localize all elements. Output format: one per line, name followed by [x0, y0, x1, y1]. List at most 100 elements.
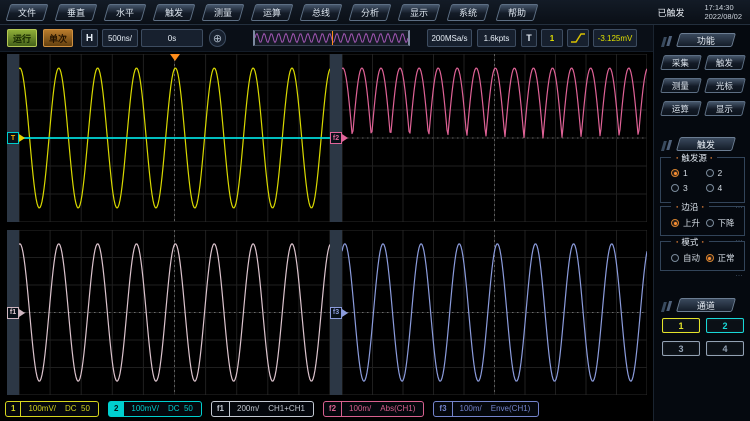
f3-status-badge[interactable]: f3 100m/ Enve(CH1): [433, 401, 539, 417]
mode-option-normal[interactable]: 正常: [706, 252, 739, 264]
channel-1-button[interactable]: 1: [662, 318, 700, 333]
f3-scale: 100m/: [453, 404, 489, 413]
edge-option-falling[interactable]: 下降: [706, 217, 739, 229]
f3-detail: Enve(CH1): [489, 404, 539, 413]
graticule-f1: [19, 230, 330, 395]
date-text: 2022/08/02: [704, 12, 742, 21]
waveform-canvas: [342, 230, 647, 395]
trigger-mode-label: 模式: [671, 236, 709, 248]
menu-trigger[interactable]: 触发: [153, 4, 196, 21]
f2-detail: Abs(CH1): [378, 404, 423, 413]
menu-horizontal[interactable]: 水平: [104, 4, 147, 21]
f2-scale: 100m/: [342, 404, 378, 413]
f1-tag: f1: [212, 402, 230, 416]
ch1-scale: 100mV/: [21, 404, 63, 413]
trigger-source-display[interactable]: 1: [541, 29, 563, 47]
trigger-level-marker[interactable]: T: [7, 132, 19, 144]
ch2-status-badge[interactable]: 2 100mV/ DC 50: [108, 401, 202, 417]
radio-icon: [706, 254, 714, 262]
preview-trigger-marker[interactable]: [332, 31, 333, 45]
panel-gutter: f3: [330, 230, 342, 395]
menu-analysis[interactable]: 分析: [349, 4, 392, 21]
f1-marker[interactable]: f1: [7, 307, 19, 319]
function-measure-button[interactable]: 测量: [660, 78, 702, 93]
ch1-detail: DC 50: [63, 404, 98, 413]
source-option-3[interactable]: 3: [671, 183, 704, 193]
waveform-canvas: [342, 54, 647, 222]
rising-edge-glyph: [569, 32, 587, 44]
tab-function[interactable]: 功能: [676, 33, 736, 47]
panel-gutter: f2: [330, 54, 342, 222]
f2-status-badge[interactable]: f2 100m/ Abs(CH1): [323, 401, 424, 417]
function-display-button[interactable]: 显示: [704, 101, 746, 116]
menu-file[interactable]: 文件: [6, 4, 49, 21]
single-button[interactable]: 单次: [43, 29, 73, 47]
menu-math[interactable]: 运算: [251, 4, 294, 21]
rising-edge-icon[interactable]: [567, 29, 589, 47]
sidebar: 功能 采集 触发 测量 光标 运算 显示 触发 触发源 1 2 3 4 边沿 上…: [653, 25, 750, 421]
trigger-t-button[interactable]: T: [521, 29, 537, 47]
f2-tag: f2: [324, 402, 342, 416]
tab-channel[interactable]: 通道: [676, 298, 736, 312]
waveform-panel-f3: f3: [330, 230, 647, 395]
run-button[interactable]: 运行: [7, 29, 37, 47]
toolbar: 运行 单次 H 500ns/ 0s ⊕ 200MSa/s 1.6kpts T 1…: [0, 25, 653, 52]
trigger-level-display[interactable]: -3.125mV: [593, 29, 637, 47]
ch1-tag: 1: [6, 402, 21, 416]
memory-depth-display[interactable]: 1.6kpts: [477, 29, 516, 47]
source-option-1[interactable]: 1: [671, 168, 704, 178]
oscilloscope-app: 文件 垂直 水平 触发 测量 运算 总线 分析 显示 系统 帮助 已触发 17:…: [0, 0, 750, 421]
channel-4-button[interactable]: 4: [706, 341, 744, 356]
ch1-status-badge[interactable]: 1 100mV/ DC 50: [5, 401, 99, 417]
channel-button-grid: 1 2 3 4: [662, 318, 744, 356]
ch2-detail: DC 50: [166, 404, 201, 413]
menu-help[interactable]: 帮助: [496, 4, 539, 21]
trigger-mode-group: 模式 自动 正常: [660, 241, 745, 271]
menu-measure[interactable]: 测量: [202, 4, 245, 21]
f3-tag: f3: [434, 402, 452, 416]
sample-rate-display[interactable]: 200MSa/s: [427, 29, 472, 47]
channel-3-button[interactable]: 3: [662, 341, 700, 356]
f1-arrow-icon: [19, 309, 25, 317]
tab-trigger[interactable]: 触发: [676, 137, 736, 151]
waveform-preview-strip[interactable]: [253, 30, 410, 46]
horizontal-offset-select[interactable]: 0s: [141, 29, 203, 47]
f1-detail: CH1+CH1: [266, 404, 313, 413]
source-option-4[interactable]: 4: [706, 183, 739, 193]
timebase-select[interactable]: 500ns/: [102, 29, 138, 47]
titlebar-right: 已触发 17:14:30 2022/08/02: [657, 3, 750, 21]
function-trigger-button[interactable]: 触发: [704, 55, 746, 70]
waveform-panel-f1: f1: [7, 230, 330, 395]
f2-arrow-icon: [342, 134, 348, 142]
f1-status-badge[interactable]: f1 200m/ CH1+CH1: [211, 401, 314, 417]
clock: 17:14:30 2022/08/02: [704, 3, 742, 21]
radio-icon: [706, 169, 714, 177]
scope-display: T f2 f1 f3: [0, 52, 653, 396]
trigger-position-marker-icon[interactable]: [170, 54, 180, 61]
f3-marker[interactable]: f3: [330, 307, 342, 319]
menu-vertical[interactable]: 垂直: [55, 4, 98, 21]
channel-status-bar: 1 100mV/ DC 50 2 100mV/ DC 50 f1 200m/ C…: [0, 396, 653, 421]
f3-arrow-icon: [342, 309, 348, 317]
ch2-tag: 2: [109, 402, 124, 416]
channel-2-button[interactable]: 2: [706, 318, 744, 333]
mode-option-auto[interactable]: 自动: [671, 252, 704, 264]
panel-gutter: f1: [7, 230, 19, 395]
function-math-button[interactable]: 运算: [660, 101, 702, 116]
menu-system[interactable]: 系统: [447, 4, 490, 21]
function-acquire-button[interactable]: 采集: [660, 55, 702, 70]
radio-icon: [706, 219, 714, 227]
source-option-2[interactable]: 2: [706, 168, 739, 178]
edge-option-rising[interactable]: 上升: [671, 217, 704, 229]
panel-gutter: T: [7, 54, 19, 222]
function-cursor-button[interactable]: 光标: [704, 78, 746, 93]
f2-marker[interactable]: f2: [330, 132, 342, 144]
menu-display[interactable]: 显示: [398, 4, 441, 21]
horizontal-button[interactable]: H: [81, 29, 98, 47]
zoom-icon[interactable]: ⊕: [209, 29, 226, 47]
trigger-source-label: 触发源: [671, 152, 717, 164]
graticule-f3: [342, 230, 647, 395]
graticule-ch1: [19, 54, 330, 222]
trigger-level-arrow-icon: [19, 134, 25, 142]
menu-bus[interactable]: 总线: [300, 4, 343, 21]
